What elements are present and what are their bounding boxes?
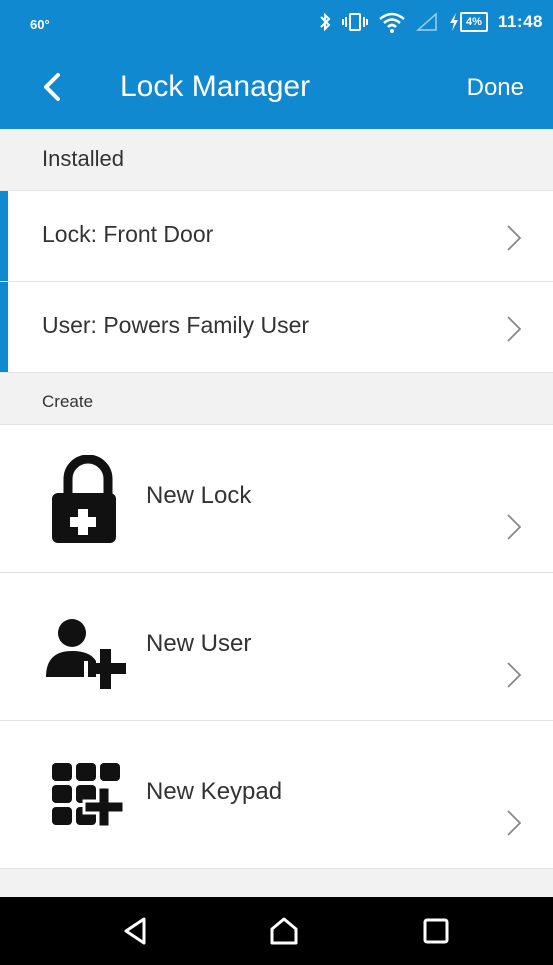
temperature-indicator: 60° bbox=[30, 17, 50, 32]
installed-accent-bar bbox=[0, 191, 8, 281]
bluetooth-icon bbox=[320, 12, 331, 32]
lock-manager-list[interactable]: Installed Lock: Front Door User: Powers … bbox=[0, 129, 553, 897]
nav-back-button[interactable] bbox=[120, 915, 152, 947]
home-icon bbox=[270, 917, 298, 945]
clock: 11:48 bbox=[497, 12, 543, 31]
next-section-header-partial bbox=[0, 869, 553, 897]
create-item-label: New Keypad bbox=[146, 778, 283, 805]
create-item-label: New User bbox=[146, 630, 252, 657]
back-button[interactable] bbox=[36, 69, 72, 105]
wifi-icon bbox=[379, 12, 405, 33]
done-button[interactable]: Done bbox=[467, 74, 524, 102]
installed-section-header: Installed bbox=[0, 129, 553, 191]
installed-item-user[interactable]: User: Powers Family User bbox=[0, 282, 553, 373]
chevron-left-icon bbox=[44, 73, 60, 101]
installed-item-label: User: Powers Family User bbox=[42, 312, 310, 338]
status-icons: 4% 11:48 bbox=[318, 10, 543, 34]
create-new-keypad[interactable]: New Keypad bbox=[0, 721, 553, 869]
installed-item-label: Lock: Front Door bbox=[42, 221, 214, 247]
create-new-user[interactable]: New User bbox=[0, 573, 553, 721]
charging-icon bbox=[450, 13, 459, 31]
chevron-right-icon bbox=[507, 810, 522, 836]
screen: 60° 4% 11:48 Lock Manager Done Installed… bbox=[0, 0, 553, 965]
app-bar: Lock Manager Done bbox=[0, 44, 553, 129]
nav-recents-button[interactable] bbox=[420, 915, 452, 947]
battery-percent: 4% bbox=[460, 12, 488, 32]
chevron-right-icon bbox=[507, 316, 522, 342]
battery-indicator: 4% bbox=[448, 12, 488, 32]
system-nav-bar bbox=[0, 897, 553, 965]
page-title: Lock Manager bbox=[120, 70, 311, 103]
create-item-label: New Lock bbox=[146, 482, 252, 509]
create-section-header: Create bbox=[0, 373, 553, 425]
status-bar: 60° 4% 11:48 bbox=[0, 0, 553, 44]
installed-item-lock[interactable]: Lock: Front Door bbox=[0, 191, 553, 282]
square-recents-icon bbox=[423, 918, 449, 944]
signal-icon bbox=[416, 12, 437, 31]
installed-accent-bar bbox=[0, 282, 8, 372]
user-plus-icon bbox=[44, 603, 132, 693]
chevron-right-icon bbox=[507, 662, 522, 688]
triangle-back-icon bbox=[124, 917, 146, 945]
keypad-plus-icon bbox=[44, 751, 132, 841]
lock-plus-icon bbox=[44, 454, 132, 545]
vibrate-icon bbox=[342, 13, 369, 31]
create-new-lock[interactable]: New Lock bbox=[0, 425, 553, 573]
chevron-right-icon bbox=[507, 514, 522, 540]
chevron-right-icon bbox=[507, 225, 522, 251]
nav-home-button[interactable] bbox=[268, 915, 300, 947]
